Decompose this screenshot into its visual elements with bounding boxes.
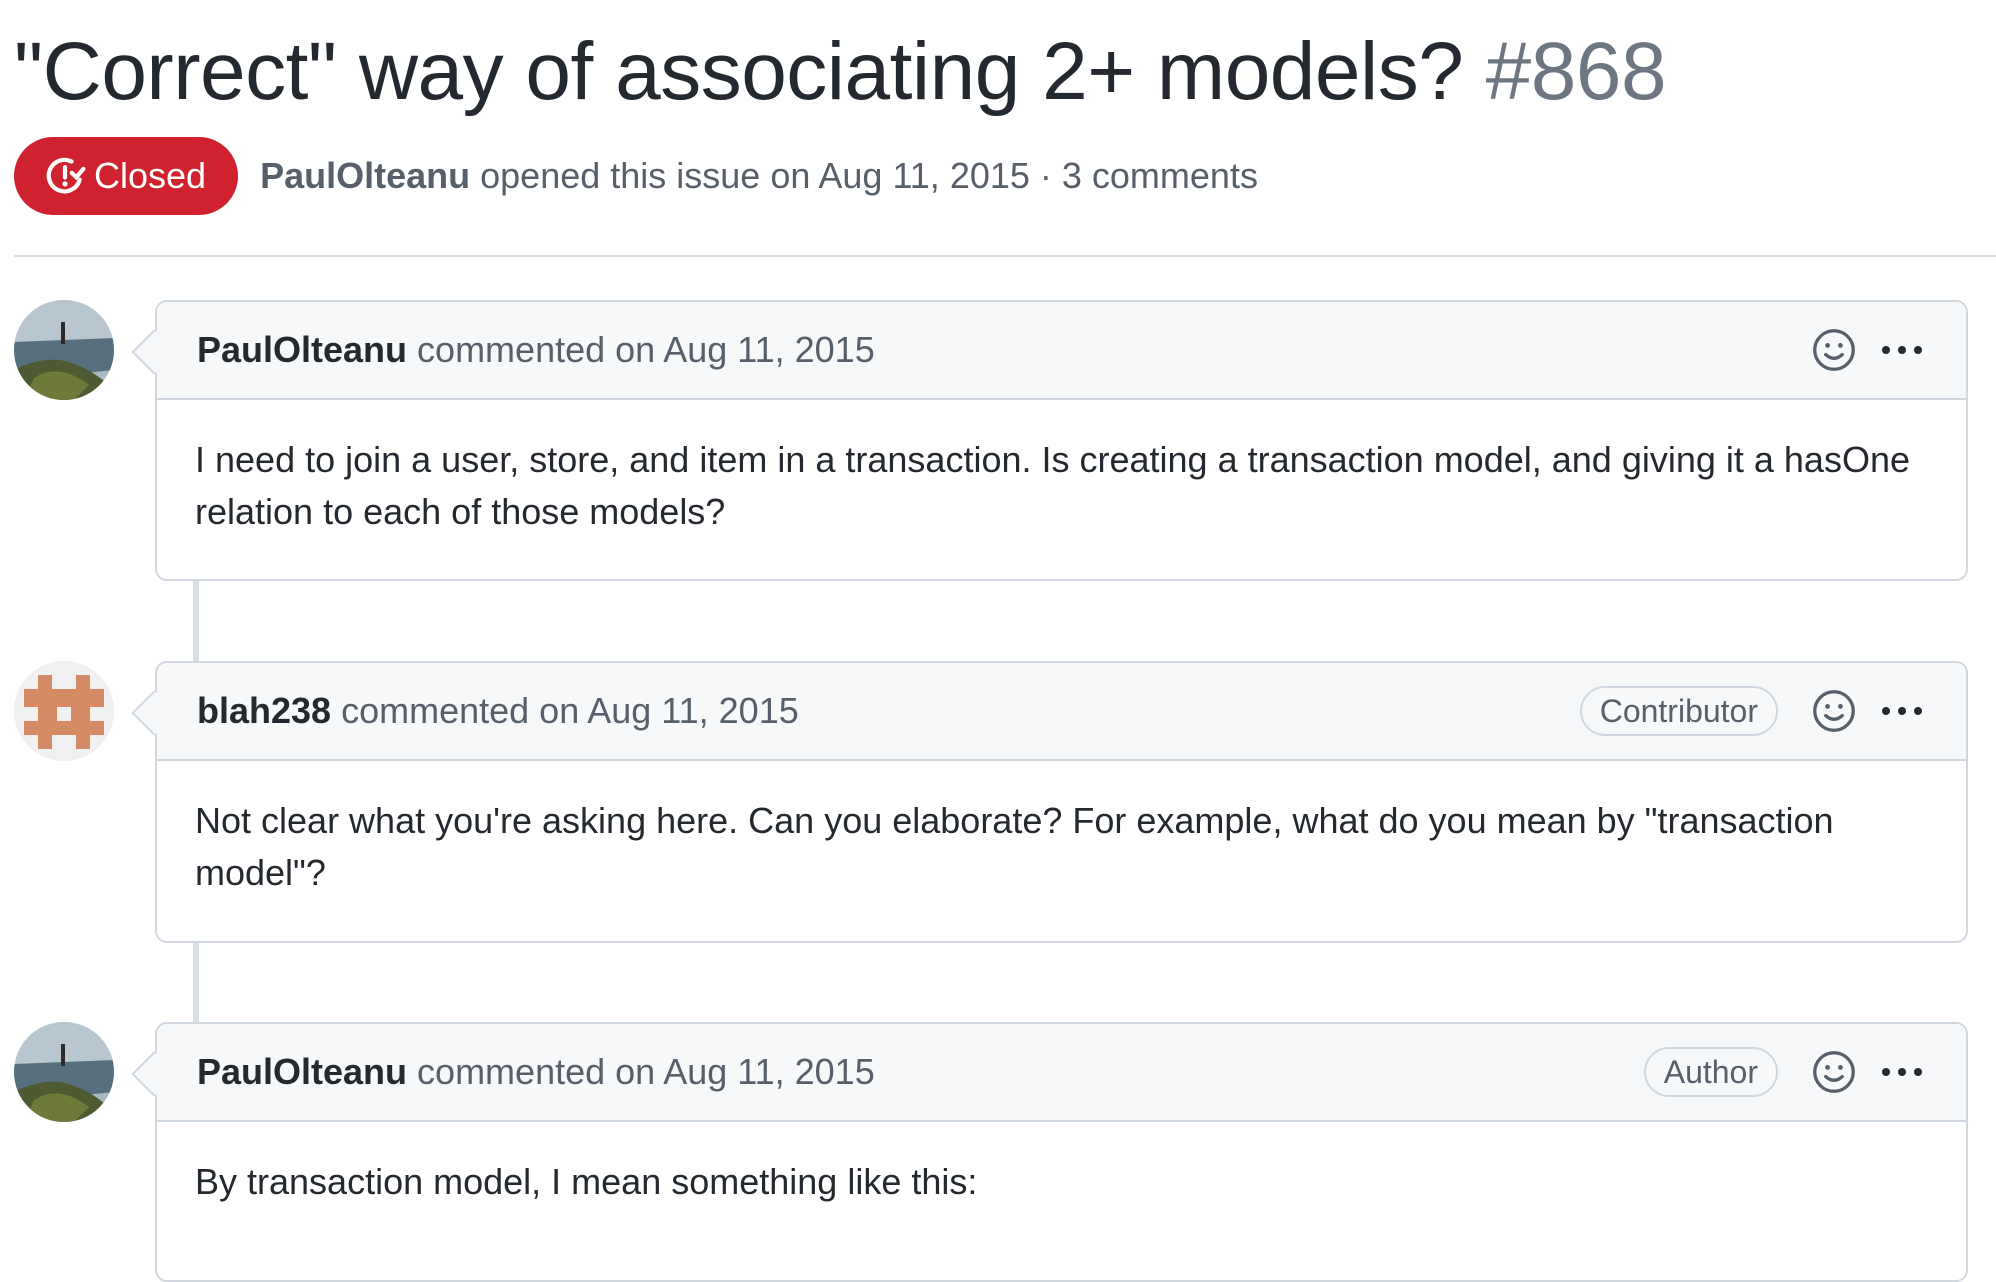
comment-timestamp[interactable]: commented on Aug 11, 2015	[341, 690, 799, 732]
contributor-badge: Contributor	[1579, 686, 1778, 736]
comment: PaulOlteanu commented on Aug 11, 2015 Au…	[155, 1022, 1968, 1282]
comment-header: PaulOlteanu commented on Aug 11, 2015	[157, 302, 1966, 400]
issue-state-badge: Closed	[14, 137, 239, 215]
timeline-connector	[193, 941, 199, 1023]
timeline-connector	[193, 579, 199, 661]
comment-body: By transaction model, I mean something l…	[195, 1161, 978, 1202]
comment-author-link[interactable]: blah238	[197, 690, 331, 732]
kebab-horizontal-icon[interactable]	[1878, 707, 1926, 715]
kebab-horizontal-icon[interactable]	[1878, 346, 1926, 354]
header-divider	[14, 255, 1996, 257]
comment-author-link[interactable]: PaulOlteanu	[197, 329, 407, 371]
comment-author-link[interactable]: PaulOlteanu	[197, 1051, 407, 1093]
issue-closed-icon	[46, 157, 86, 194]
issue-state-label: Closed	[94, 155, 207, 196]
issue-meta-text: PaulOlteanu opened this issue on Aug 11,…	[260, 155, 1258, 197]
issue-meta: Closed PaulOlteanu opened this issue on …	[14, 136, 1258, 216]
issue-opened-text: opened this issue on Aug 11, 2015 · 3 co…	[480, 155, 1258, 196]
issue-author-link[interactable]: PaulOlteanu	[260, 155, 470, 196]
author-badge: Author	[1643, 1047, 1778, 1097]
comment-body: Not clear what you're asking here. Can y…	[195, 800, 1834, 893]
identicon-avatar[interactable]	[14, 661, 114, 761]
smiley-icon[interactable]	[1812, 1050, 1856, 1094]
issue-title-text: "Correct" way of associating 2+ models?	[14, 26, 1464, 117]
kebab-horizontal-icon[interactable]	[1878, 1068, 1926, 1076]
comment: blah238 commented on Aug 11, 2015 Contri…	[155, 661, 1968, 943]
comment-body: I need to join a user, store, and item i…	[195, 439, 1910, 532]
comment-timestamp[interactable]: commented on Aug 11, 2015	[417, 329, 875, 371]
comment-actions	[1812, 328, 1926, 372]
comment: PaulOlteanu commented on Aug 11, 2015 I …	[155, 300, 1968, 581]
smiley-icon[interactable]	[1812, 689, 1856, 733]
comment-header: PaulOlteanu commented on Aug 11, 2015 Au…	[157, 1024, 1966, 1122]
comment-timestamp[interactable]: commented on Aug 11, 2015	[417, 1051, 875, 1093]
comment-header: blah238 commented on Aug 11, 2015 Contri…	[157, 663, 1966, 761]
issue-title: "Correct" way of associating 2+ models? …	[14, 22, 1667, 122]
issue-number: #868	[1485, 26, 1667, 117]
landscape-avatar[interactable]	[14, 1022, 114, 1122]
landscape-avatar[interactable]	[14, 300, 114, 400]
smiley-icon[interactable]	[1812, 328, 1856, 372]
comment-actions: Contributor	[1579, 686, 1926, 736]
comment-actions: Author	[1643, 1047, 1926, 1097]
